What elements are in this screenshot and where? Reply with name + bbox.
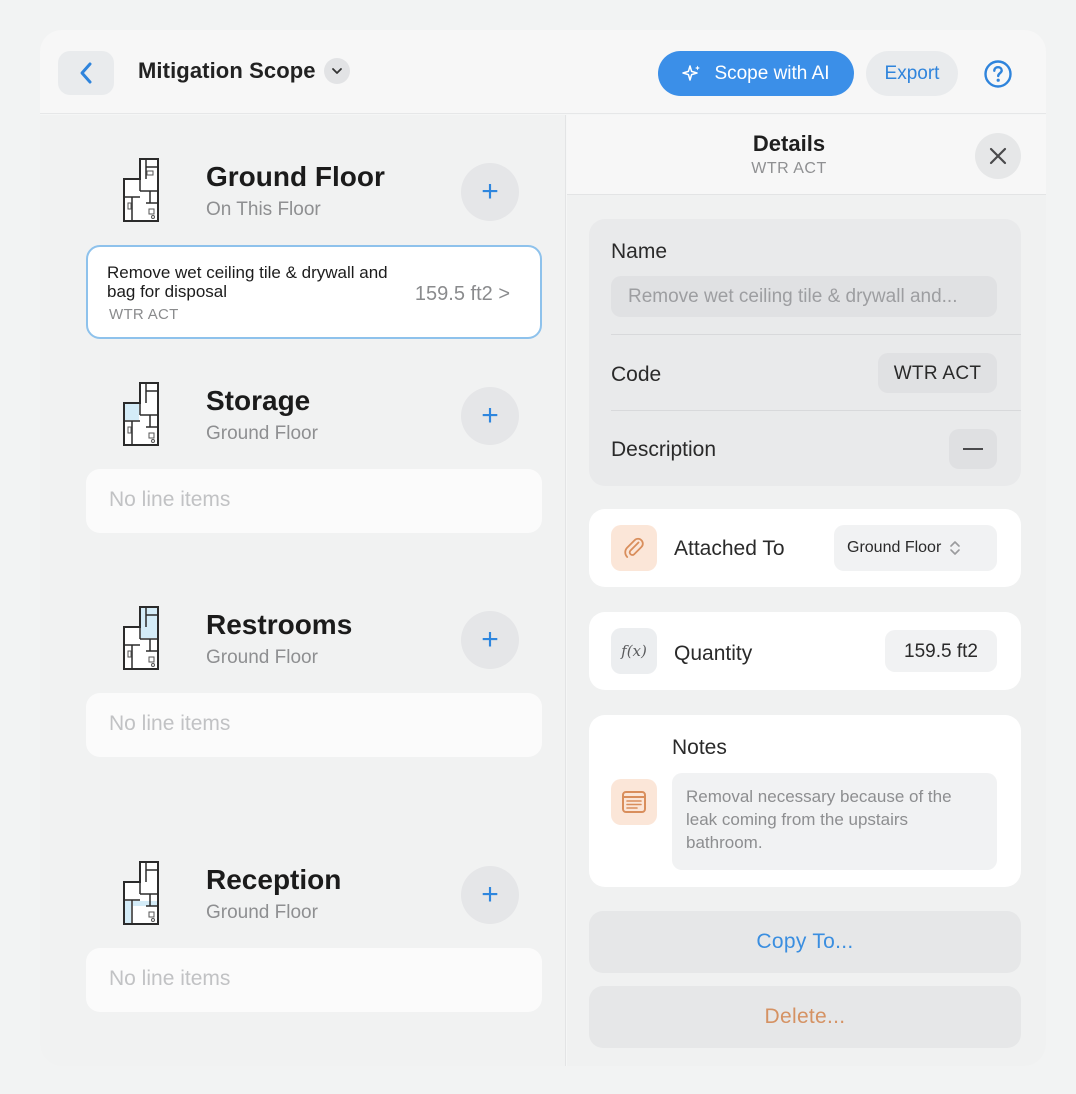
room-subtitle: Ground Floor — [206, 423, 318, 444]
back-button[interactable] — [58, 51, 114, 95]
name-field[interactable]: Remove wet ceiling tile & drywall and... — [611, 276, 997, 317]
close-icon — [989, 147, 1007, 165]
details-title: Details — [752, 131, 826, 156]
attached-to-row: Attached To Ground Floor — [589, 509, 1021, 587]
room-subtitle: Ground Floor — [206, 647, 318, 668]
details-panel: Details WTR ACT Name Remove wet ceiling … — [567, 115, 1046, 1066]
item-fields-group: Name Remove wet ceiling tile & drywall a… — [589, 219, 1021, 486]
room-subtitle: On This Floor — [206, 199, 321, 220]
paperclip-icon — [624, 537, 644, 558]
floor-plan-icon — [123, 606, 159, 670]
room-name: Storage — [206, 385, 311, 416]
chevron-down-icon — [331, 68, 342, 74]
paperclip-icon-tile — [611, 525, 657, 571]
app-window: Mitigation Scope Scope with AI Export Gr… — [40, 30, 1046, 1066]
attached-to-label: Attached To — [674, 537, 785, 560]
dash-icon — [963, 448, 983, 450]
attached-to-value: Ground Floor — [847, 539, 942, 556]
name-label: Name — [611, 240, 668, 263]
quantity-row: f(x) Quantity 159.5 ft2 — [589, 612, 1021, 690]
notes-field[interactable]: Removal necessary because of the leak co… — [672, 773, 997, 870]
empty-line-items: No line items — [86, 469, 542, 533]
close-button[interactable] — [975, 133, 1021, 179]
quantity-label: Quantity — [674, 642, 753, 665]
notes-label: Notes — [672, 736, 727, 759]
line-item-code: WTR ACT — [109, 306, 179, 323]
description-label: Description — [611, 438, 717, 461]
code-label: Code — [611, 363, 662, 386]
add-line-item-button[interactable]: + — [461, 163, 519, 221]
floor-plan-icon — [123, 861, 159, 925]
room-name: Restrooms — [206, 609, 353, 640]
scope-with-ai-button[interactable]: Scope with AI — [658, 51, 854, 96]
title-group: Mitigation Scope — [138, 58, 350, 84]
room-storage[interactable]: Storage Ground Floor + — [40, 369, 566, 459]
notes-section: Notes Removal necessary because of the l… — [589, 715, 1021, 887]
rooms-panel: Ground Floor On This Floor + Remove wet … — [40, 115, 566, 1066]
details-header: Details WTR ACT — [567, 115, 1046, 195]
top-bar: Mitigation Scope Scope with AI Export — [40, 30, 1046, 114]
note-icon — [622, 791, 646, 813]
formula-icon: f(x) — [611, 628, 657, 674]
chevron-up-down-icon — [950, 541, 961, 555]
page-title: Mitigation Scope — [138, 58, 316, 83]
room-ground-floor[interactable]: Ground Floor On This Floor + — [40, 145, 566, 235]
room-name: Reception — [206, 864, 342, 895]
room-subtitle: Ground Floor — [206, 902, 318, 923]
floor-plan-icon — [123, 382, 159, 446]
description-button[interactable] — [949, 429, 997, 469]
notes-icon-tile — [611, 779, 657, 825]
chevron-left-icon — [80, 62, 92, 84]
room-name: Ground Floor — [206, 161, 385, 192]
scope-with-ai-label: Scope with AI — [714, 62, 830, 84]
empty-line-items: No line items — [86, 948, 542, 1012]
help-icon — [984, 60, 1012, 88]
room-restrooms[interactable]: Restrooms Ground Floor + — [40, 593, 566, 683]
export-button[interactable]: Export — [866, 51, 958, 96]
add-line-item-button[interactable]: + — [461, 611, 519, 669]
divider — [611, 334, 1021, 335]
line-item-quantity: 159.5 ft2 > — [414, 283, 510, 305]
line-item-card[interactable]: Remove wet ceiling tile & drywall and ba… — [86, 245, 542, 339]
attached-to-select[interactable]: Ground Floor — [834, 525, 997, 571]
sparkle-icon — [682, 64, 701, 81]
code-field[interactable]: WTR ACT — [878, 353, 997, 393]
empty-line-items: No line items — [86, 693, 542, 757]
divider — [611, 410, 1021, 411]
copy-to-button[interactable]: Copy To... — [589, 911, 1021, 973]
room-reception[interactable]: Reception Ground Floor + — [40, 848, 566, 938]
add-line-item-button[interactable]: + — [461, 866, 519, 924]
line-item-description: Remove wet ceiling tile & drywall and ba… — [107, 263, 388, 301]
help-button[interactable] — [982, 58, 1014, 90]
add-line-item-button[interactable]: + — [461, 387, 519, 445]
quantity-field[interactable]: 159.5 ft2 — [885, 630, 997, 672]
details-subtitle: WTR ACT — [751, 160, 827, 177]
delete-button[interactable]: Delete... — [589, 986, 1021, 1048]
title-dropdown-button[interactable] — [323, 58, 350, 84]
floor-plan-icon — [123, 158, 159, 222]
